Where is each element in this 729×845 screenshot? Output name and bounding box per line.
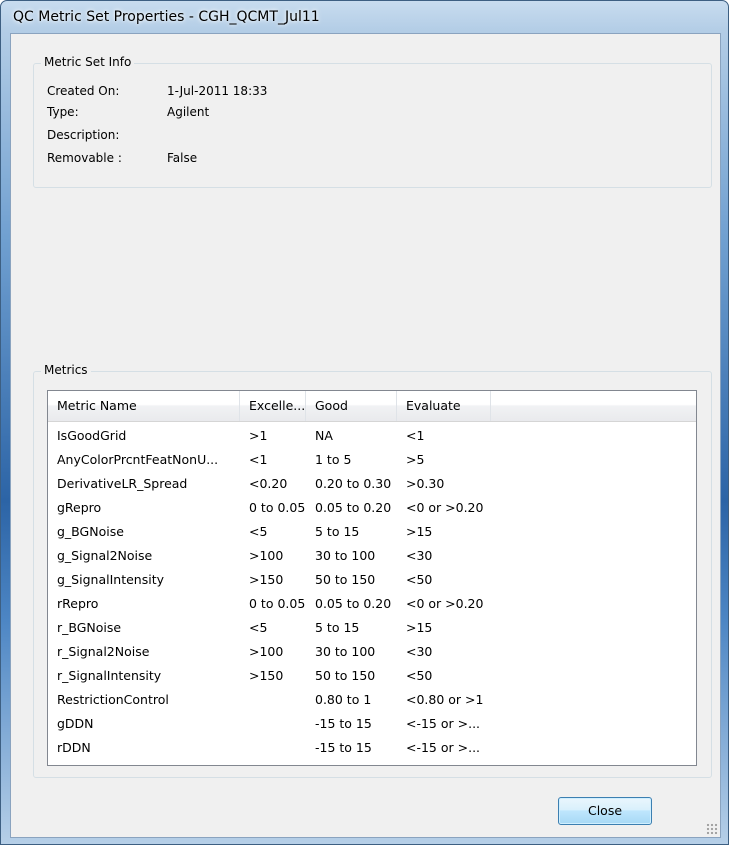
metric-name-cell: gDDN — [57, 716, 94, 731]
table-row[interactable]: RestrictionControl 0.80 to 1 <0.80 or >1 — [48, 688, 696, 712]
table-row[interactable]: g_SignalIntensity >150 50 to 150 <50 — [48, 568, 696, 592]
evaluate-cell: <0.80 or >1 — [406, 692, 484, 707]
window-title: QC Metric Set Properties - CGH_QCMT_Jul1… — [13, 9, 320, 25]
excellent-cell — [240, 688, 306, 712]
evaluate-cell: <-15 or >... — [406, 716, 481, 731]
excellent-cell: 0 to 0.05 — [249, 500, 306, 515]
good-cell: 50 to 150 — [315, 572, 376, 587]
excellent-cell: <5 — [249, 524, 268, 539]
excellent-cell — [240, 712, 306, 736]
metric-name-cell: r_BGNoise — [57, 620, 122, 635]
good-cell: -15 to 15 — [315, 740, 372, 755]
table-row[interactable]: gRepro 0 to 0.05 0.05 to 0.20 <0 or >0.2… — [48, 496, 696, 520]
type-label: Type: — [47, 105, 79, 119]
column-header-empty[interactable] — [491, 391, 696, 421]
table-row[interactable]: rDDN -15 to 15 <-15 or >... — [48, 736, 696, 760]
good-cell: 0.05 to 0.20 — [315, 500, 392, 515]
column-header-metric-name[interactable]: Metric Name — [48, 391, 240, 421]
metric-name-cell: IsGoodGrid — [57, 428, 127, 443]
evaluate-cell: <1 — [406, 428, 425, 443]
evaluate-cell: <50 — [406, 668, 433, 683]
evaluate-cell: <30 — [406, 548, 433, 563]
title-bar[interactable]: QC Metric Set Properties - CGH_QCMT_Jul1… — [1, 1, 728, 33]
excellent-cell: >1 — [249, 428, 268, 443]
dialog-client-area: Metric Set Info Created On: 1-Jul-2011 1… — [10, 33, 721, 838]
evaluate-cell: >15 — [406, 620, 433, 635]
metric-name-cell: r_Signal2Noise — [57, 644, 150, 659]
evaluate-cell: <50 — [406, 572, 433, 587]
evaluate-cell: <0 or >0.20 — [406, 596, 484, 611]
table-row[interactable]: r_SignalIntensity >150 50 to 150 <50 — [48, 664, 696, 688]
evaluate-cell: <30 — [406, 644, 433, 659]
excellent-cell: <5 — [249, 620, 268, 635]
resize-grip-icon[interactable] — [706, 823, 718, 835]
removable-value: False — [167, 151, 198, 165]
metric-name-cell: RestrictionControl — [57, 692, 169, 707]
column-header-excellent[interactable]: Excelle... — [240, 391, 306, 421]
metrics-legend: Metrics — [41, 363, 91, 377]
close-button[interactable]: Close — [558, 797, 652, 825]
created-on-label: Created On: — [47, 84, 120, 98]
good-cell: 5 to 15 — [315, 524, 360, 539]
good-cell: 0.20 to 0.30 — [315, 476, 392, 491]
good-cell: 1 to 5 — [315, 452, 352, 467]
table-row[interactable]: AnyColorPrcntFeatNonU... <1 1 to 5 >5 — [48, 448, 696, 472]
excellent-cell: 0 to 0.05 — [249, 596, 306, 611]
good-cell: -15 to 15 — [315, 716, 372, 731]
type-value: Agilent — [167, 105, 210, 119]
created-on-value: 1-Jul-2011 18:33 — [167, 84, 268, 98]
metric-name-cell: g_Signal2Noise — [57, 548, 153, 563]
good-cell: 30 to 100 — [315, 548, 376, 563]
excellent-cell: <0.20 — [249, 476, 288, 491]
removable-label: Removable : — [47, 151, 122, 165]
excellent-cell: >100 — [249, 548, 284, 563]
dialog-window: QC Metric Set Properties - CGH_QCMT_Jul1… — [0, 0, 729, 845]
excellent-cell: >150 — [249, 668, 284, 683]
good-cell: 0.05 to 0.20 — [315, 596, 392, 611]
good-cell: NA — [315, 428, 333, 443]
excellent-cell — [240, 736, 306, 760]
column-header-good[interactable]: Good — [306, 391, 397, 421]
metric-name-cell: g_BGNoise — [57, 524, 124, 539]
metrics-group: Metrics Metric Name Excelle... Good Eval… — [33, 363, 712, 778]
table-row[interactable]: rRepro 0 to 0.05 0.05 to 0.20 <0 or >0.2… — [48, 592, 696, 616]
metric-name-cell: g_SignalIntensity — [57, 572, 164, 587]
excellent-cell: >100 — [249, 644, 284, 659]
metric-name-cell: DerivativeLR_Spread — [57, 476, 188, 491]
metrics-list-header: Metric Name Excelle... Good Evaluate — [48, 391, 696, 422]
metric-name-cell: r_SignalIntensity — [57, 668, 162, 683]
metric-set-info-group: Metric Set Info Created On: 1-Jul-2011 1… — [33, 55, 712, 188]
evaluate-cell: <-15 or >... — [406, 740, 481, 755]
evaluate-cell: >0.30 — [406, 476, 445, 491]
column-header-evaluate[interactable]: Evaluate — [397, 391, 491, 421]
good-cell: 0.80 to 1 — [315, 692, 372, 707]
table-row[interactable]: IsGoodGrid >1 NA <1 — [48, 424, 696, 448]
metrics-list[interactable]: Metric Name Excelle... Good Evaluate IsG… — [47, 390, 697, 766]
evaluate-cell: <0 or >0.20 — [406, 500, 484, 515]
evaluate-cell: >15 — [406, 524, 433, 539]
evaluate-cell: >5 — [406, 452, 425, 467]
excellent-cell: <1 — [249, 452, 268, 467]
description-label: Description: — [47, 128, 120, 142]
good-cell: 5 to 15 — [315, 620, 360, 635]
table-row[interactable]: DerivativeLR_Spread <0.20 0.20 to 0.30 >… — [48, 472, 696, 496]
table-row[interactable]: r_BGNoise <5 5 to 15 >15 — [48, 616, 696, 640]
table-row[interactable]: gDDN -15 to 15 <-15 or >... — [48, 712, 696, 736]
metric-set-info-legend: Metric Set Info — [41, 55, 135, 69]
good-cell: 50 to 150 — [315, 668, 376, 683]
metric-name-cell: rRepro — [57, 596, 99, 611]
table-row[interactable]: g_Signal2Noise >100 30 to 100 <30 — [48, 544, 696, 568]
good-cell: 30 to 100 — [315, 644, 376, 659]
excellent-cell: >150 — [249, 572, 284, 587]
metric-name-cell: AnyColorPrcntFeatNonU... — [57, 452, 219, 467]
table-row[interactable]: g_BGNoise <5 5 to 15 >15 — [48, 520, 696, 544]
metric-name-cell: gRepro — [57, 500, 102, 515]
table-row[interactable]: r_Signal2Noise >100 30 to 100 <30 — [48, 640, 696, 664]
metric-name-cell: rDDN — [57, 740, 91, 755]
